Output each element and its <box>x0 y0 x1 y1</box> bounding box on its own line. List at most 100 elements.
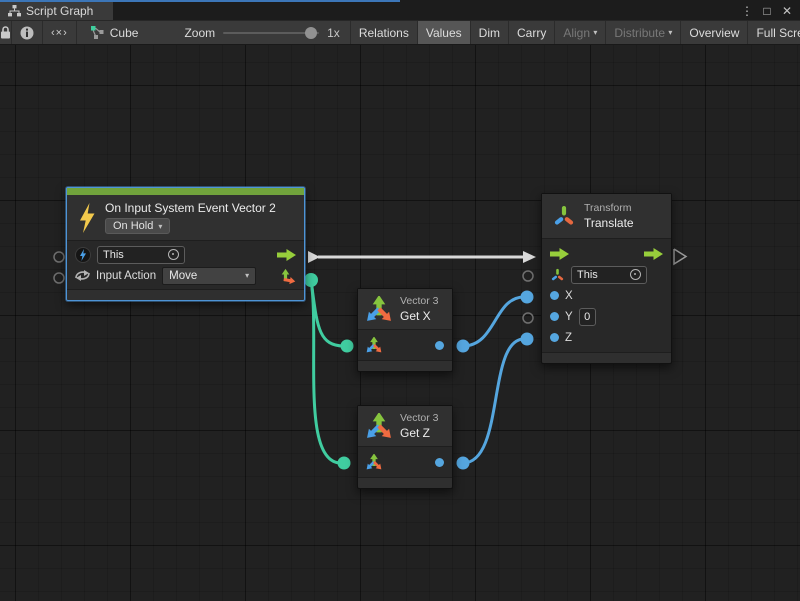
vector3-input-icon[interactable] <box>366 454 382 470</box>
getz-to-z-connection[interactable] <box>457 333 534 470</box>
chevron-down-icon: ▾ <box>245 271 249 280</box>
transform-icon <box>552 203 576 229</box>
carry-button[interactable]: Carry <box>509 21 555 44</box>
zoom-label: Zoom <box>184 26 215 40</box>
graph-hierarchy-icon <box>8 5 21 17</box>
getz-node-body <box>358 446 452 477</box>
vector3-icon <box>366 296 392 322</box>
getz-output-port[interactable] <box>435 458 444 467</box>
event-this-socket[interactable] <box>54 252 64 262</box>
edit-script-button[interactable]: ‹×› <box>43 21 77 44</box>
chevron-down-icon: ▾ <box>158 222 162 231</box>
translate-node-header[interactable]: Transform Translate <box>542 194 671 238</box>
translate-y-row: Y 0 <box>550 306 663 327</box>
target-name: Cube <box>110 26 139 40</box>
vector3-icon <box>366 413 392 439</box>
flow-connection[interactable] <box>308 251 536 263</box>
event-node-title: On Input System Event Vector 2 <box>105 201 276 215</box>
getz-node-header[interactable]: Vector 3 Get Z <box>358 406 452 446</box>
translate-flow-out-socket[interactable] <box>674 249 686 264</box>
translate-node-footer <box>542 352 671 363</box>
graph-toolbar: ‹×› Cube Zoom 1x Relations Values Dim Ca… <box>0 20 800 45</box>
object-picker-icon[interactable] <box>168 249 179 260</box>
input-action-dropdown[interactable]: Move ▾ <box>162 267 256 285</box>
z-port-label: Z <box>565 332 572 344</box>
values-button[interactable]: Values <box>418 21 471 44</box>
event-this-field[interactable]: This <box>97 246 185 264</box>
event-mode-dropdown[interactable]: On Hold ▾ <box>105 218 170 234</box>
graph-canvas[interactable]: On Input System Event Vector 2 On Hold ▾… <box>0 45 800 601</box>
getx-title: Get X <box>400 309 439 323</box>
tab-script-graph[interactable]: Script Graph <box>0 2 113 20</box>
vector3-input-icon[interactable] <box>366 337 382 353</box>
node-vector3-get-z[interactable]: Vector 3 Get Z <box>357 405 453 489</box>
translate-z-row: Z <box>550 327 663 348</box>
getx-node-footer <box>358 360 452 371</box>
info-icon <box>20 26 34 40</box>
overview-button[interactable]: Overview <box>681 21 748 44</box>
translate-title: Translate <box>584 216 634 230</box>
lock-icon <box>0 26 11 39</box>
translate-flow-row <box>550 243 663 264</box>
node-vector3-get-x[interactable]: Vector 3 Get X <box>357 288 453 372</box>
lock-button[interactable] <box>0 21 12 44</box>
translate-this-field[interactable]: This <box>571 266 647 284</box>
flow-input-arrow-icon[interactable] <box>550 248 569 260</box>
zoom-slider-handle[interactable] <box>305 27 317 39</box>
getx-output-port[interactable] <box>435 341 444 350</box>
getx-node-header[interactable]: Vector 3 Get X <box>358 289 452 329</box>
align-button[interactable]: Align ▾ <box>555 21 606 44</box>
transform-input-icon[interactable] <box>550 267 565 283</box>
window-menu-button[interactable]: ⋮ <box>738 2 756 20</box>
event-node-body: This Input Action <box>67 240 304 289</box>
code-icon: ‹×› <box>51 27 68 39</box>
object-picker-icon[interactable] <box>630 269 641 280</box>
translate-category: Transform <box>584 202 634 214</box>
lightning-bolt-icon <box>77 203 97 233</box>
translate-y-socket[interactable] <box>523 313 533 323</box>
translate-this-socket[interactable] <box>523 271 533 281</box>
x-input-port[interactable] <box>550 291 559 300</box>
vector2-output-icon[interactable] <box>280 268 296 284</box>
event-node-header[interactable]: On Input System Event Vector 2 On Hold ▾ <box>67 195 304 240</box>
getx-port-row <box>366 333 444 357</box>
zoom-value: 1x <box>327 26 340 40</box>
fullscreen-button[interactable]: Full Screen <box>748 21 800 44</box>
y-port-label: Y <box>565 311 573 323</box>
x-port-label: X <box>565 290 573 302</box>
y-value-field[interactable]: 0 <box>579 308 596 326</box>
event-target-icon <box>75 247 91 263</box>
event-color-bar <box>67 188 304 195</box>
maximize-button[interactable]: □ <box>758 2 776 20</box>
translate-x-row: X <box>550 285 663 306</box>
dim-button[interactable]: Dim <box>471 21 509 44</box>
flow-output-arrow-icon[interactable] <box>277 249 296 261</box>
zoom-control: Zoom 1x <box>174 21 349 44</box>
translate-this-row: This <box>550 264 663 285</box>
flow-output-arrow-icon[interactable] <box>644 248 663 260</box>
chevron-down-icon: ▾ <box>668 28 672 37</box>
vector2-connection-to-getz[interactable] <box>311 280 351 470</box>
relations-button[interactable]: Relations <box>350 21 418 44</box>
event-action-socket[interactable] <box>54 273 64 283</box>
input-action-icon <box>75 269 90 282</box>
inspect-button[interactable] <box>12 21 43 44</box>
getz-category: Vector 3 <box>400 412 439 424</box>
event-action-row: Input Action Move ▾ <box>75 265 296 286</box>
window-controls: ⋮ □ ✕ <box>738 2 796 20</box>
event-this-row: This <box>75 244 296 265</box>
getz-port-row <box>366 450 444 474</box>
script-graph-window: Script Graph ⋮ □ ✕ ‹×› <box>0 0 800 601</box>
getx-to-x-connection[interactable] <box>457 291 534 353</box>
node-on-input-system-event[interactable]: On Input System Event Vector 2 On Hold ▾… <box>66 187 305 301</box>
z-input-port[interactable] <box>550 333 559 342</box>
distribute-button[interactable]: Distribute ▾ <box>606 21 681 44</box>
close-button[interactable]: ✕ <box>778 2 796 20</box>
tab-bar: Script Graph ⋮ □ ✕ <box>0 0 800 20</box>
getx-node-body <box>358 329 452 360</box>
zoom-slider[interactable] <box>223 32 319 34</box>
tab-title: Script Graph <box>26 4 93 18</box>
node-transform-translate[interactable]: Transform Translate <box>541 193 672 364</box>
graph-target[interactable]: Cube <box>77 21 149 44</box>
y-input-port[interactable] <box>550 312 559 321</box>
